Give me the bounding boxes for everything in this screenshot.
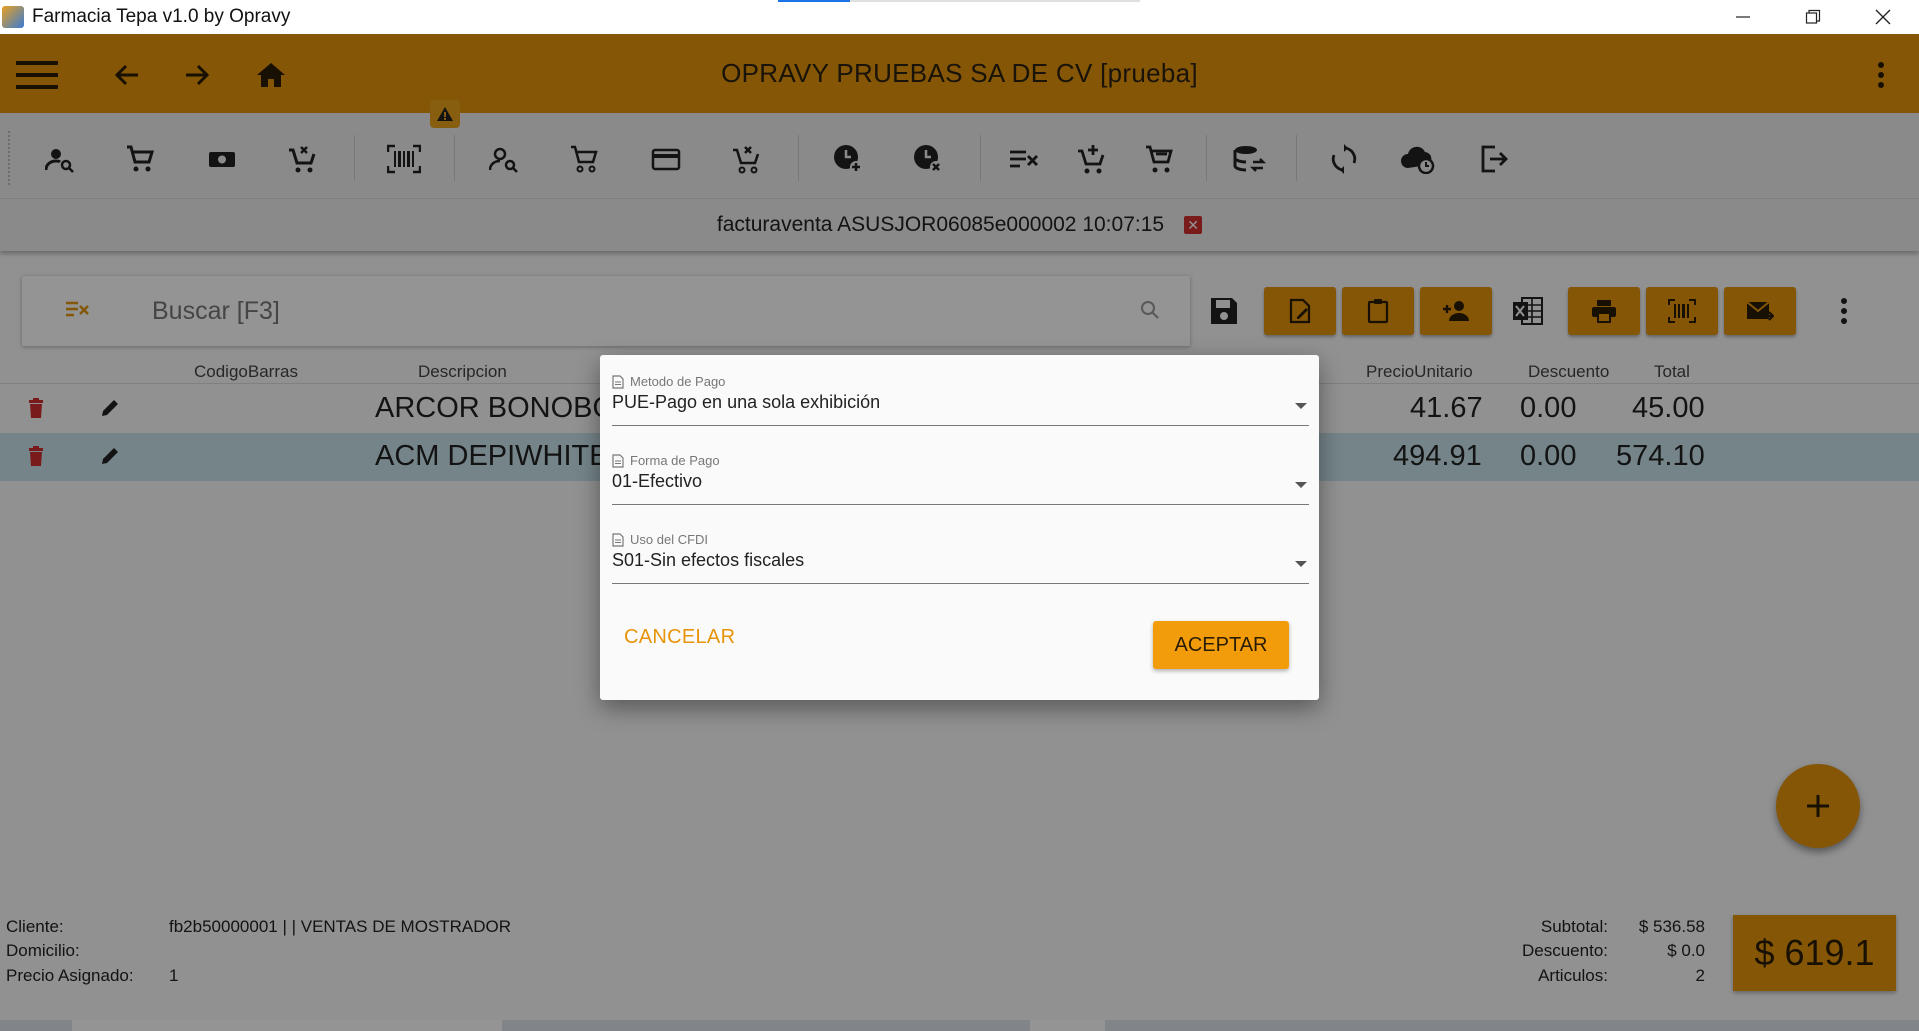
metodo-pago-label: Metodo de Pago bbox=[630, 374, 726, 389]
cancel-button[interactable]: CANCELAR bbox=[624, 619, 735, 655]
restore-icon bbox=[1805, 9, 1821, 24]
uso-cfdi-label: Uso del CFDI bbox=[630, 532, 709, 547]
document-icon bbox=[612, 532, 624, 547]
minimize-icon bbox=[1736, 16, 1750, 18]
chevron-down-icon bbox=[1295, 403, 1307, 409]
payment-dialog: Metodo de Pago PUE-Pago en una sola exhi… bbox=[600, 355, 1319, 700]
document-icon bbox=[612, 453, 624, 468]
uso-cfdi-value: S01-Sin efectos fiscales bbox=[612, 550, 805, 570]
metodo-pago-select[interactable]: Metodo de Pago PUE-Pago en una sola exhi… bbox=[612, 360, 1309, 426]
window-titlebar: Farmacia Tepa v1.0 by Opravy bbox=[0, 0, 1919, 34]
close-button[interactable] bbox=[1848, 0, 1918, 34]
forma-pago-value: 01-Efectivo bbox=[612, 471, 703, 491]
document-icon bbox=[612, 374, 624, 389]
chevron-down-icon bbox=[1295, 561, 1307, 567]
app-icon bbox=[2, 6, 24, 28]
restore-button[interactable] bbox=[1778, 0, 1848, 34]
accept-button[interactable]: ACEPTAR bbox=[1153, 621, 1289, 669]
close-icon bbox=[1875, 9, 1891, 25]
minimize-button[interactable] bbox=[1708, 0, 1778, 34]
window-title: Farmacia Tepa v1.0 by Opravy bbox=[32, 6, 291, 27]
uso-cfdi-select[interactable]: Uso del CFDI S01-Sin efectos fiscales bbox=[612, 518, 1309, 584]
forma-pago-select[interactable]: Forma de Pago 01-Efectivo bbox=[612, 439, 1309, 505]
metodo-pago-value: PUE-Pago en una sola exhibición bbox=[612, 392, 881, 412]
loading-bar bbox=[778, 0, 1140, 2]
chevron-down-icon bbox=[1295, 482, 1307, 488]
forma-pago-label: Forma de Pago bbox=[630, 453, 720, 468]
